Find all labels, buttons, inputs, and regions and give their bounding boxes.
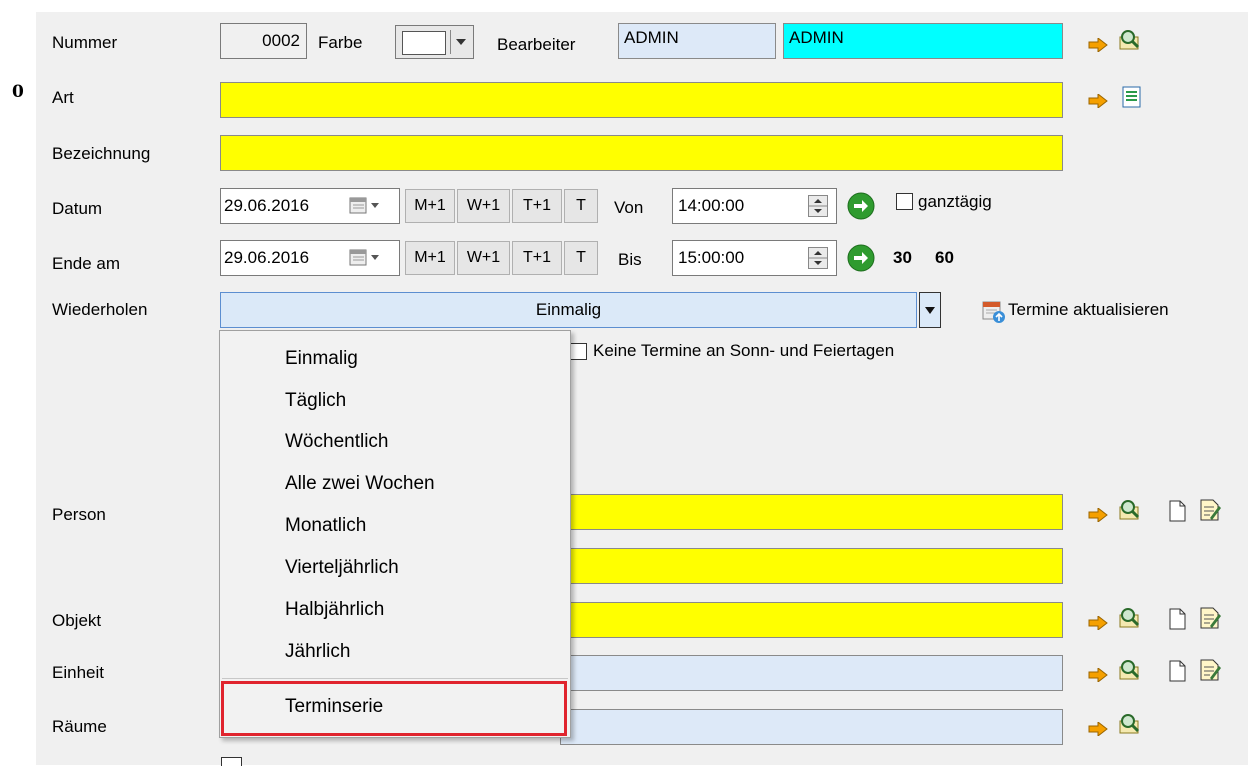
- menu-item-einmalig[interactable]: Einmalig: [285, 348, 358, 370]
- color-picker[interactable]: [395, 25, 474, 59]
- person-new-doc-icon[interactable]: [1168, 500, 1186, 527]
- color-divider: [450, 30, 451, 54]
- calendar-icon: [349, 249, 379, 266]
- bearbeiter-label: Bearbeiter: [497, 35, 576, 54]
- raeume-arrow-icon[interactable]: [1088, 720, 1108, 741]
- art-field[interactable]: [220, 82, 1063, 118]
- objekt-search-icon[interactable]: [1118, 607, 1142, 636]
- terminserie-highlight-box: [221, 681, 567, 736]
- bezeichnung-label: Bezeichnung: [52, 144, 151, 163]
- row-marker: 0: [12, 82, 24, 102]
- chevron-down-icon: [925, 307, 935, 314]
- menu-item-halbjaehrlich[interactable]: Halbjährlich: [285, 599, 384, 621]
- ganztaegig-checkbox[interactable]: [896, 193, 913, 210]
- ende-plus-month-button[interactable]: M+1: [405, 241, 455, 275]
- von-label: Von: [614, 198, 644, 217]
- ende-plus-week-button[interactable]: W+1: [457, 241, 510, 275]
- datum-today-button[interactable]: T: [564, 189, 598, 223]
- art-arrow-icon[interactable]: [1088, 92, 1108, 113]
- farbe-label: Farbe: [318, 33, 363, 52]
- ende-am-label: Ende am: [52, 254, 121, 273]
- bearbeiter-arrow-icon[interactable]: [1088, 36, 1108, 57]
- datum-plus-day-button[interactable]: T+1: [512, 189, 562, 223]
- art-label: Art: [52, 88, 74, 107]
- einheit-edit-doc-icon[interactable]: [1198, 658, 1222, 687]
- bearbeiter-code-field[interactable]: ADMIN: [618, 23, 776, 59]
- nummer-field[interactable]: 0002: [220, 23, 307, 59]
- ende-plus-day-button[interactable]: T+1: [512, 241, 562, 275]
- datum-plus-week-button[interactable]: W+1: [457, 189, 510, 223]
- raeume-label: Räume: [52, 717, 107, 736]
- objekt-edit-doc-icon[interactable]: [1198, 606, 1222, 635]
- color-swatch: [402, 31, 446, 55]
- bis-time-field[interactable]: 15:00:00: [672, 240, 837, 276]
- einheit-field[interactable]: [560, 655, 1063, 691]
- art-list-icon[interactable]: [1122, 86, 1142, 113]
- person-label: Person: [52, 505, 106, 524]
- person-edit-doc-icon[interactable]: [1198, 498, 1222, 527]
- bezeichnung-field[interactable]: [220, 135, 1063, 171]
- ende-today-button[interactable]: T: [564, 241, 598, 275]
- wiederholen-dropdown-button[interactable]: [919, 292, 941, 328]
- refresh-appointments-icon[interactable]: [982, 300, 1006, 324]
- bis-time-value: 15:00:00: [678, 248, 745, 267]
- objekt-arrow-icon[interactable]: [1088, 614, 1108, 635]
- einheit-search-icon[interactable]: [1118, 659, 1142, 688]
- datum-label: Datum: [52, 199, 103, 218]
- objekt-new-doc-icon[interactable]: [1168, 608, 1186, 635]
- person-search-icon[interactable]: [1118, 499, 1142, 528]
- raeume-field[interactable]: [560, 709, 1063, 745]
- ende-date-picker[interactable]: 29.06.2016: [220, 240, 400, 276]
- wiederholen-select[interactable]: Einmalig: [220, 292, 917, 328]
- objekt-label: Objekt: [52, 611, 102, 630]
- form-panel: [36, 12, 1248, 765]
- bearbeiter-name-field[interactable]: ADMIN: [783, 23, 1063, 59]
- person-arrow-icon[interactable]: [1088, 506, 1108, 527]
- person-field[interactable]: [560, 494, 1063, 530]
- ende-value: 29.06.2016: [224, 248, 310, 267]
- bearbeiter-search-icon[interactable]: [1118, 29, 1142, 58]
- wiederholen-value: Einmalig: [535, 300, 602, 319]
- objekt-field[interactable]: [560, 602, 1063, 638]
- keine-termine-checkbox[interactable]: [570, 343, 587, 360]
- nummer-label: Nummer: [52, 33, 118, 52]
- von-time-value: 14:00:00: [678, 196, 745, 215]
- menu-item-monatlich[interactable]: Monatlich: [285, 515, 366, 537]
- datum-value: 29.06.2016: [224, 196, 310, 215]
- einheit-new-doc-icon[interactable]: [1168, 660, 1186, 687]
- datum-date-picker[interactable]: 29.06.2016: [220, 188, 400, 224]
- menu-item-vierteljaehrlich[interactable]: Vierteljährlich: [285, 557, 399, 579]
- keine-termine-label: Keine Termine an Sonn- und Feiertagen: [593, 341, 895, 360]
- time-spinner-icon[interactable]: [808, 195, 828, 217]
- go-arrow-icon[interactable]: [847, 192, 875, 220]
- nummer-value: 0002: [262, 31, 300, 50]
- datum-plus-month-button[interactable]: M+1: [405, 189, 455, 223]
- time-spinner-icon[interactable]: [808, 247, 828, 269]
- raeume-search-icon[interactable]: [1118, 713, 1142, 742]
- menu-item-woechentlich[interactable]: Wöchentlich: [285, 431, 389, 453]
- einheit-arrow-icon[interactable]: [1088, 666, 1108, 687]
- termine-aktualisieren-button[interactable]: Termine aktualisieren: [1008, 300, 1169, 320]
- ganztaegig-label: ganztägig: [918, 192, 992, 211]
- bearbeiter-code-value: ADMIN: [624, 28, 679, 47]
- duration-60-button[interactable]: 60: [935, 248, 954, 268]
- chevron-down-icon: [456, 39, 466, 45]
- calendar-icon: [349, 197, 379, 214]
- menu-item-jaehrlich[interactable]: Jährlich: [285, 641, 350, 663]
- einheit-label: Einheit: [52, 663, 104, 682]
- menu-item-alle-zwei-wochen[interactable]: Alle zwei Wochen: [285, 473, 435, 495]
- menu-separator: [222, 678, 568, 679]
- person-field-2[interactable]: [560, 548, 1063, 584]
- wiederholen-dropdown-menu: Einmalig Täglich Wöchentlich Alle zwei W…: [219, 330, 571, 738]
- von-time-field[interactable]: 14:00:00: [672, 188, 837, 224]
- bis-label: Bis: [618, 250, 642, 269]
- go-arrow-icon[interactable]: [847, 244, 875, 272]
- menu-item-taeglich[interactable]: Täglich: [285, 390, 346, 412]
- wiederholen-label: Wiederholen: [52, 300, 148, 319]
- bearbeiter-name-value: ADMIN: [789, 28, 844, 47]
- duration-30-button[interactable]: 30: [893, 248, 912, 268]
